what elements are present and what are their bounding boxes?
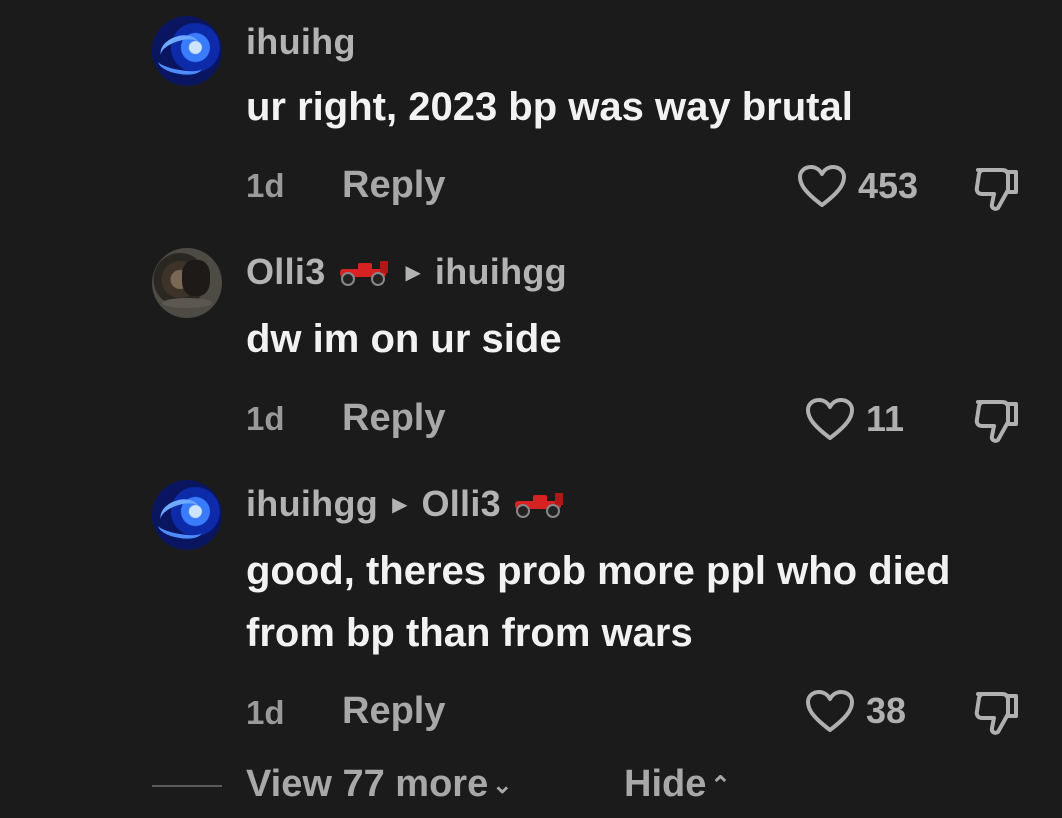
divider-line (152, 785, 222, 787)
comment-meta: ihuihgg ▶ Olli3 (246, 482, 567, 526)
comment-username[interactable]: Olli3 (246, 251, 326, 293)
like-count: 11 (866, 398, 905, 439)
heart-icon (798, 165, 846, 207)
comment-time: 1d (246, 400, 285, 437)
heart-icon (806, 398, 854, 440)
thumbs-down-icon (974, 692, 1018, 735)
hide-replies-button[interactable]: Hide ⌃ (624, 763, 730, 806)
comment-username[interactable]: ihuihgg (246, 483, 378, 525)
comment-meta: ihuihg (246, 20, 356, 64)
like-button[interactable]: 453 (796, 163, 918, 209)
user-avatar[interactable] (152, 480, 222, 550)
reply-to-arrow-icon: ▶ (405, 261, 421, 284)
like-count: 453 (858, 165, 919, 206)
view-more-replies-button[interactable]: View 77 more ⌄ (246, 763, 512, 806)
comment-username[interactable]: ihuihg (246, 21, 356, 63)
like-button[interactable]: 38 (804, 688, 906, 734)
like-button[interactable]: 11 (804, 396, 904, 442)
comment-time: 1d (246, 167, 285, 204)
dislike-button[interactable] (970, 684, 1026, 740)
reply-button[interactable]: Reply (342, 397, 445, 440)
hide-label: Hide (624, 763, 707, 805)
thumbs-down-icon (974, 168, 1018, 211)
reply-to-arrow-icon: ▶ (392, 493, 408, 516)
chevron-down-icon: ⌄ (492, 772, 513, 800)
reply-to-username[interactable]: ihuihgg (435, 251, 567, 293)
dislike-button[interactable] (970, 160, 1026, 216)
reply-button[interactable]: Reply (342, 690, 445, 733)
reply-button[interactable]: Reply (342, 164, 445, 207)
user-avatar[interactable] (152, 16, 222, 86)
chevron-up-icon: ⌃ (710, 772, 731, 800)
thread-footer: View 77 more ⌄ Hide ⌃ (0, 755, 1062, 815)
comment-text: good, theres prob more ppl who died from… (246, 549, 951, 655)
comment-time: 1d (246, 694, 285, 731)
like-count: 38 (866, 690, 907, 731)
comment-text: ur right, 2023 bp was way brutal (246, 85, 853, 129)
race-car-icon (336, 257, 392, 287)
heart-icon (806, 690, 854, 732)
race-car-icon (511, 489, 567, 519)
comment-thread: ihuihg ur right, 2023 bp was way brutal … (0, 0, 1062, 818)
reply-to-username[interactable]: Olli3 (421, 483, 501, 525)
view-more-label: View 77 more (246, 763, 489, 805)
user-avatar[interactable] (152, 248, 222, 318)
thumbs-down-icon (974, 400, 1018, 443)
comment-meta: Olli3 ▶ ihuihgg (246, 250, 567, 294)
comment-text: dw im on ur side (246, 317, 562, 361)
dislike-button[interactable] (970, 392, 1026, 448)
